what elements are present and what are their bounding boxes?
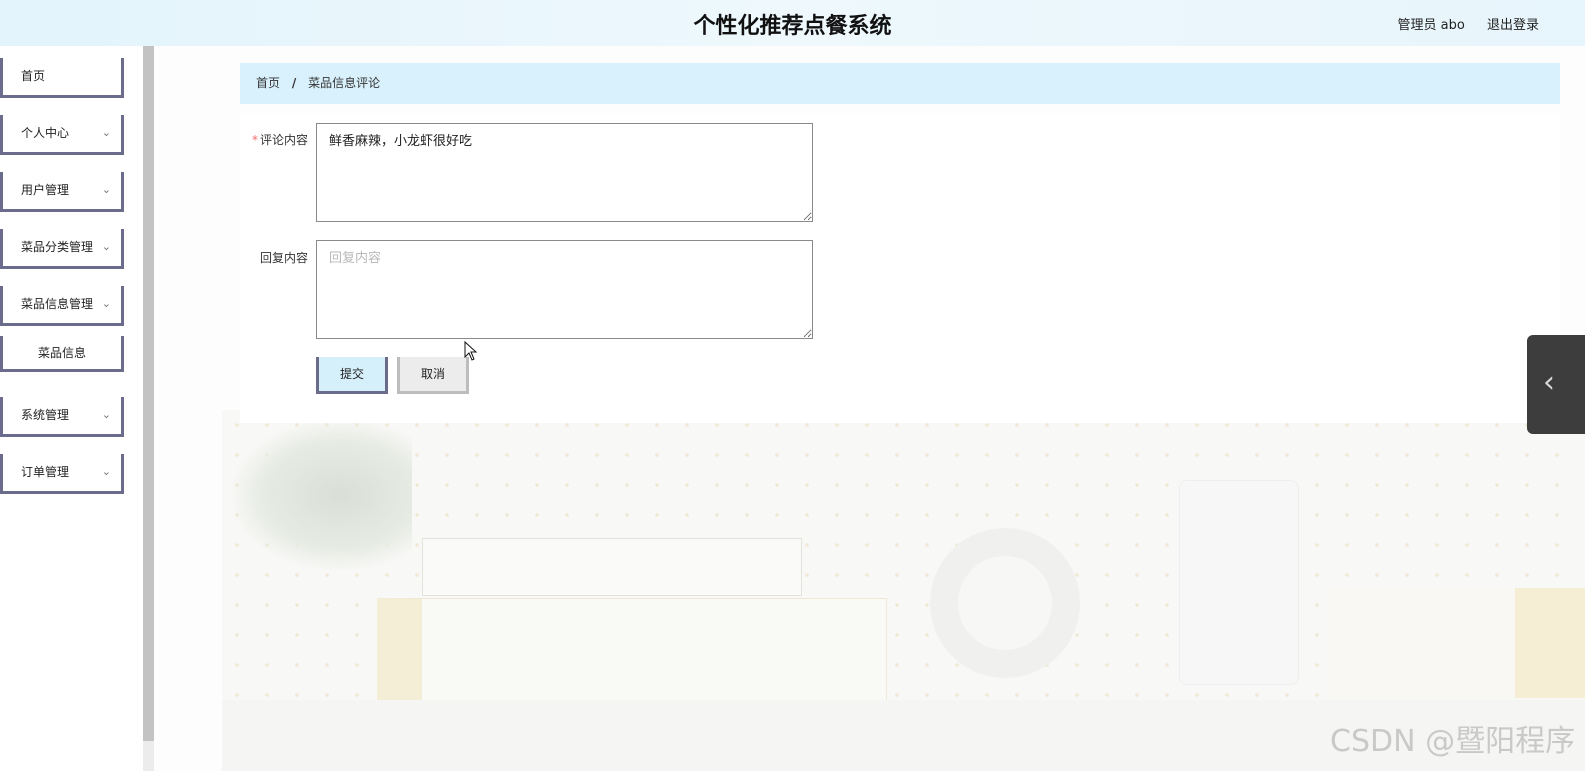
chevron-down-icon: ⌄ bbox=[101, 240, 111, 253]
sidebar-item-label: 菜品分类管理 bbox=[21, 240, 94, 254]
block-decoration bbox=[1327, 588, 1585, 698]
top-header: 个性化推荐点餐系统 管理员 abo 退出登录 bbox=[0, 0, 1585, 46]
cylinder-decoration bbox=[1179, 480, 1299, 685]
sidebar-item-label: 系统管理 bbox=[21, 408, 70, 422]
sidebar-item-dish-category-management[interactable]: 菜品分类管理 ⌄ bbox=[0, 229, 124, 269]
required-mark: * bbox=[251, 133, 258, 147]
logout-link[interactable]: 退出登录 bbox=[1487, 18, 1539, 33]
sidebar-item-label: 首页 bbox=[21, 69, 46, 83]
sidebar-subitem-dish-info[interactable]: 菜品信息 bbox=[0, 336, 124, 372]
sidebar-item-system-management[interactable]: 系统管理 ⌄ bbox=[0, 397, 124, 437]
plant-decoration bbox=[232, 420, 412, 570]
sidebar-item-user-management[interactable]: 用户管理 ⌄ bbox=[0, 172, 124, 212]
sidebar-item-personal-center[interactable]: 个人中心 ⌄ bbox=[0, 115, 124, 155]
sidebar-subitem-label: 菜品信息 bbox=[37, 346, 86, 360]
watermark: CSDN @暨阳程序 bbox=[1330, 724, 1576, 759]
breadcrumb-home[interactable]: 首页 bbox=[256, 76, 280, 90]
breadcrumb-separator: / bbox=[291, 76, 297, 90]
sidebar-item-label: 用户管理 bbox=[21, 183, 70, 197]
sidebar-item-order-management[interactable]: 订单管理 ⌄ bbox=[0, 454, 124, 494]
chevron-down-icon: ⌄ bbox=[101, 183, 111, 196]
current-user-label: 管理员 abo bbox=[1397, 18, 1465, 33]
submit-button[interactable]: 提交 bbox=[316, 357, 388, 394]
sidebar-item-label: 菜品信息管理 bbox=[21, 297, 94, 311]
sidebar-item-dish-info-management[interactable]: 菜品信息管理 ⌄ bbox=[0, 286, 124, 326]
chevron-left-icon: ‹ bbox=[1543, 365, 1555, 400]
reply-content-textarea[interactable] bbox=[316, 240, 813, 339]
tape-roll-decoration bbox=[930, 528, 1080, 678]
chevron-down-icon: ⌄ bbox=[101, 126, 111, 139]
cancel-button[interactable]: 取消 bbox=[397, 357, 469, 394]
breadcrumb-current: 菜品信息评论 bbox=[308, 76, 381, 90]
side-panel-toggle[interactable]: ‹ bbox=[1527, 335, 1585, 434]
sidebar-scrollbar[interactable] bbox=[143, 46, 154, 741]
box-decoration bbox=[377, 598, 887, 703]
header-user-area: 管理员 abo 退出登录 bbox=[1380, 14, 1539, 33]
sidebar-item-label: 订单管理 bbox=[21, 465, 70, 479]
tray-decoration bbox=[422, 538, 802, 596]
sidebar-item-label: 个人中心 bbox=[21, 126, 70, 140]
breadcrumb: 首页 / 菜品信息评论 bbox=[240, 63, 1560, 104]
app-title: 个性化推荐点餐系统 bbox=[693, 14, 892, 39]
sidebar-item-home[interactable]: 首页 bbox=[0, 58, 124, 98]
chevron-down-icon: ⌄ bbox=[101, 297, 111, 310]
mouse-cursor-icon bbox=[464, 341, 478, 361]
comment-content-textarea[interactable] bbox=[316, 123, 813, 222]
sidebar-scrollbar-track-end bbox=[143, 741, 154, 771]
chevron-down-icon: ⌄ bbox=[101, 465, 111, 478]
reply-field-label: 回复内容 bbox=[259, 251, 308, 265]
chevron-down-icon: ⌄ bbox=[101, 408, 111, 421]
comment-field-label: * 评论内容 bbox=[251, 133, 308, 147]
